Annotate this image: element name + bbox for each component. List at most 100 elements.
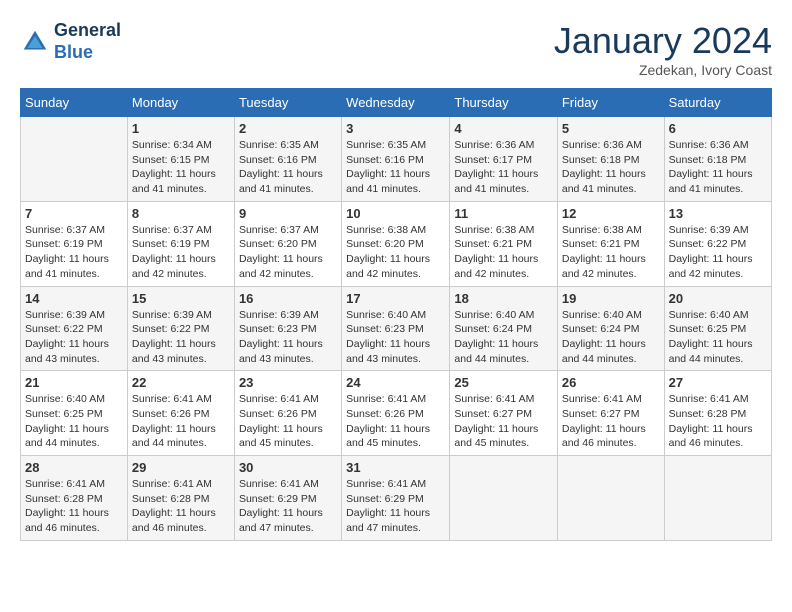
day-number: 18 [454, 291, 552, 306]
day-info: Sunrise: 6:41 AMSunset: 6:26 PMDaylight:… [132, 392, 230, 451]
day-number: 31 [346, 460, 445, 475]
day-number: 22 [132, 375, 230, 390]
day-number: 5 [562, 121, 660, 136]
day-info: Sunrise: 6:41 AMSunset: 6:27 PMDaylight:… [454, 392, 552, 451]
calendar-cell: 2 Sunrise: 6:35 AMSunset: 6:16 PMDaylight… [234, 117, 341, 202]
day-info: Sunrise: 6:40 AMSunset: 6:25 PMDaylight:… [669, 308, 767, 367]
day-number: 24 [346, 375, 445, 390]
day-info: Sunrise: 6:35 AMSunset: 6:16 PMDaylight:… [239, 138, 337, 197]
calendar-cell: 26 Sunrise: 6:41 AMSunset: 6:27 PMDayligh… [557, 371, 664, 456]
day-number: 10 [346, 206, 445, 221]
calendar-cell: 24Sunrise: 6:41 AMSunset: 6:26 PMDayligh… [342, 371, 450, 456]
day-number: 26 [562, 375, 660, 390]
day-header-saturday: Saturday [664, 89, 771, 117]
day-info: Sunrise: 6:40 AMSunset: 6:25 PMDaylight:… [25, 392, 123, 451]
day-number: 25 [454, 375, 552, 390]
calendar-cell: 17 Sunrise: 6:40 AMSunset: 6:23 PMDayligh… [342, 286, 450, 371]
day-number: 14 [25, 291, 123, 306]
calendar-cell [21, 117, 128, 202]
calendar-cell [664, 456, 771, 541]
day-header-tuesday: Tuesday [234, 89, 341, 117]
calendar-cell: 15 Sunrise: 6:39 AMSunset: 6:22 PMDayligh… [127, 286, 234, 371]
day-number: 19 [562, 291, 660, 306]
day-info: Sunrise: 6:40 AMSunset: 6:24 PMDaylight:… [562, 308, 660, 367]
day-info: Sunrise: 6:37 AMSunset: 6:19 PMDaylight:… [132, 223, 230, 282]
logo: General Blue [20, 20, 121, 63]
day-info: Sunrise: 6:40 AMSunset: 6:23 PMDaylight:… [346, 308, 445, 367]
day-info: Sunrise: 6:41 AMSunset: 6:27 PMDaylight:… [562, 392, 660, 451]
calendar-cell: 5 Sunrise: 6:36 AMSunset: 6:18 PMDaylight… [557, 117, 664, 202]
page-header: General Blue January 2024 Zedekan, Ivory… [20, 20, 772, 78]
day-number: 2 [239, 121, 337, 136]
calendar-cell [450, 456, 557, 541]
day-header-thursday: Thursday [450, 89, 557, 117]
day-info: Sunrise: 6:41 AMSunset: 6:28 PMDaylight:… [132, 477, 230, 536]
day-info: Sunrise: 6:39 AMSunset: 6:22 PMDaylight:… [25, 308, 123, 367]
day-info: Sunrise: 6:36 AMSunset: 6:17 PMDaylight:… [454, 138, 552, 197]
week-row-1: 1 Sunrise: 6:34 AMSunset: 6:15 PMDaylight… [21, 117, 772, 202]
day-number: 7 [25, 206, 123, 221]
calendar-cell: 11Sunrise: 6:38 AMSunset: 6:21 PMDayligh… [450, 201, 557, 286]
calendar-cell: 8 Sunrise: 6:37 AMSunset: 6:19 PMDaylight… [127, 201, 234, 286]
day-number: 29 [132, 460, 230, 475]
calendar-cell: 30Sunrise: 6:41 AMSunset: 6:29 PMDayligh… [234, 456, 341, 541]
day-info: Sunrise: 6:34 AMSunset: 6:15 PMDaylight:… [132, 138, 230, 197]
day-info: Sunrise: 6:41 AMSunset: 6:29 PMDaylight:… [239, 477, 337, 536]
calendar-cell: 18 Sunrise: 6:40 AMSunset: 6:24 PMDayligh… [450, 286, 557, 371]
day-header-monday: Monday [127, 89, 234, 117]
calendar-cell: 1 Sunrise: 6:34 AMSunset: 6:15 PMDaylight… [127, 117, 234, 202]
day-info: Sunrise: 6:37 AMSunset: 6:19 PMDaylight:… [25, 223, 123, 282]
day-info: Sunrise: 6:35 AMSunset: 6:16 PMDaylight:… [346, 138, 445, 197]
week-row-5: 28Sunrise: 6:41 AMSunset: 6:28 PMDayligh… [21, 456, 772, 541]
day-number: 17 [346, 291, 445, 306]
calendar-cell: 22 Sunrise: 6:41 AMSunset: 6:26 PMDayligh… [127, 371, 234, 456]
day-header-wednesday: Wednesday [342, 89, 450, 117]
day-number: 16 [239, 291, 337, 306]
calendar-cell: 20 Sunrise: 6:40 AMSunset: 6:25 PMDayligh… [664, 286, 771, 371]
day-info: Sunrise: 6:37 AMSunset: 6:20 PMDaylight:… [239, 223, 337, 282]
location: Zedekan, Ivory Coast [554, 62, 772, 78]
day-number: 13 [669, 206, 767, 221]
calendar-cell: 19 Sunrise: 6:40 AMSunset: 6:24 PMDayligh… [557, 286, 664, 371]
day-info: Sunrise: 6:36 AMSunset: 6:18 PMDaylight:… [562, 138, 660, 197]
day-info: Sunrise: 6:38 AMSunset: 6:20 PMDaylight:… [346, 223, 445, 282]
day-info: Sunrise: 6:41 AMSunset: 6:28 PMDaylight:… [25, 477, 123, 536]
calendar-cell: 10 Sunrise: 6:38 AMSunset: 6:20 PMDayligh… [342, 201, 450, 286]
day-number: 20 [669, 291, 767, 306]
day-info: Sunrise: 6:39 AMSunset: 6:22 PMDaylight:… [669, 223, 767, 282]
day-header-friday: Friday [557, 89, 664, 117]
week-row-2: 7 Sunrise: 6:37 AMSunset: 6:19 PMDaylight… [21, 201, 772, 286]
day-info: Sunrise: 6:40 AMSunset: 6:24 PMDaylight:… [454, 308, 552, 367]
calendar-cell: 7 Sunrise: 6:37 AMSunset: 6:19 PMDaylight… [21, 201, 128, 286]
day-number: 12 [562, 206, 660, 221]
day-number: 1 [132, 121, 230, 136]
month-title: January 2024 [554, 20, 772, 62]
calendar-header-row: SundayMondayTuesdayWednesdayThursdayFrid… [21, 89, 772, 117]
logo-icon [20, 27, 50, 57]
day-info: Sunrise: 6:39 AMSunset: 6:22 PMDaylight:… [132, 308, 230, 367]
day-info: Sunrise: 6:38 AMSunset: 6:21 PMDaylight:… [454, 223, 552, 282]
day-info: Sunrise: 6:41 AMSunset: 6:26 PMDaylight:… [239, 392, 337, 451]
day-info: Sunrise: 6:41 AMSunset: 6:29 PMDaylight:… [346, 477, 445, 536]
calendar-cell: 9 Sunrise: 6:37 AMSunset: 6:20 PMDaylight… [234, 201, 341, 286]
title-block: January 2024 Zedekan, Ivory Coast [554, 20, 772, 78]
calendar-cell: 27 Sunrise: 6:41 AMSunset: 6:28 PMDayligh… [664, 371, 771, 456]
day-number: 21 [25, 375, 123, 390]
calendar-cell: 12Sunrise: 6:38 AMSunset: 6:21 PMDayligh… [557, 201, 664, 286]
day-info: Sunrise: 6:36 AMSunset: 6:18 PMDaylight:… [669, 138, 767, 197]
week-row-3: 14 Sunrise: 6:39 AMSunset: 6:22 PMDayligh… [21, 286, 772, 371]
calendar-cell: 14 Sunrise: 6:39 AMSunset: 6:22 PMDayligh… [21, 286, 128, 371]
day-number: 15 [132, 291, 230, 306]
calendar-cell: 21 Sunrise: 6:40 AMSunset: 6:25 PMDayligh… [21, 371, 128, 456]
day-info: Sunrise: 6:41 AMSunset: 6:28 PMDaylight:… [669, 392, 767, 451]
day-info: Sunrise: 6:39 AMSunset: 6:23 PMDaylight:… [239, 308, 337, 367]
day-number: 9 [239, 206, 337, 221]
logo-text: General Blue [54, 20, 121, 63]
calendar-cell [557, 456, 664, 541]
day-number: 27 [669, 375, 767, 390]
day-number: 3 [346, 121, 445, 136]
calendar-cell: 25 Sunrise: 6:41 AMSunset: 6:27 PMDayligh… [450, 371, 557, 456]
day-number: 8 [132, 206, 230, 221]
calendar-cell: 3 Sunrise: 6:35 AMSunset: 6:16 PMDaylight… [342, 117, 450, 202]
day-number: 23 [239, 375, 337, 390]
